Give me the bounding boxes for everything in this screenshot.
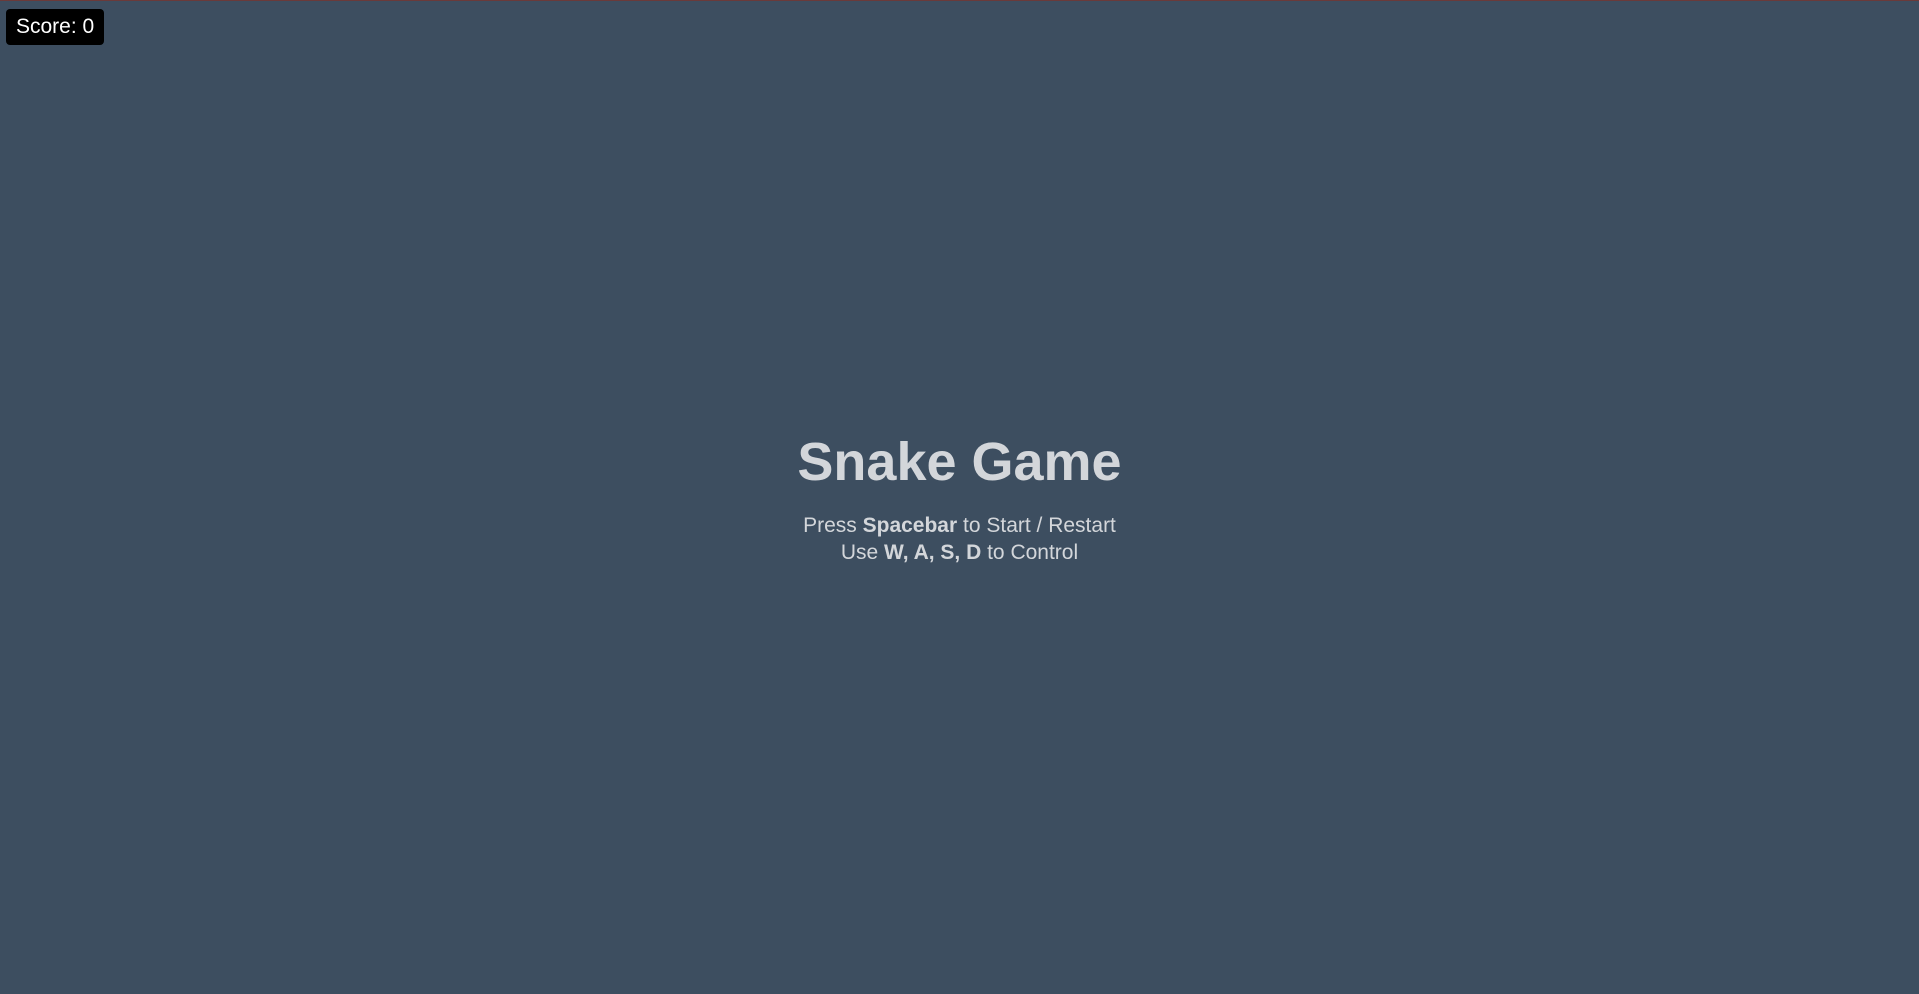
control-instruction-prefix: Use [840,541,885,564]
game-screen[interactable]: Score: 0 Snake Game Press Spacebar to St… [0,0,1919,994]
score-label: Score: [16,15,77,38]
control-instruction-suffix: to Control [981,541,1079,564]
spacebar-key-label: Spacebar [862,514,958,537]
start-instruction-suffix: to Start / Restart [957,514,1116,537]
start-overlay: Snake Game Press Spacebar to Start / Res… [0,427,1919,566]
start-instruction-prefix: Press [803,514,863,537]
wasd-keys-label: W, A, S, D [884,541,982,564]
start-instruction: Press Spacebar to Start / Restart [0,512,1919,539]
control-instruction: Use W, A, S, D to Control [0,539,1919,566]
score-display: Score: 0 [6,9,105,45]
score-value: 0 [82,15,95,38]
game-title: Snake Game [797,432,1122,492]
